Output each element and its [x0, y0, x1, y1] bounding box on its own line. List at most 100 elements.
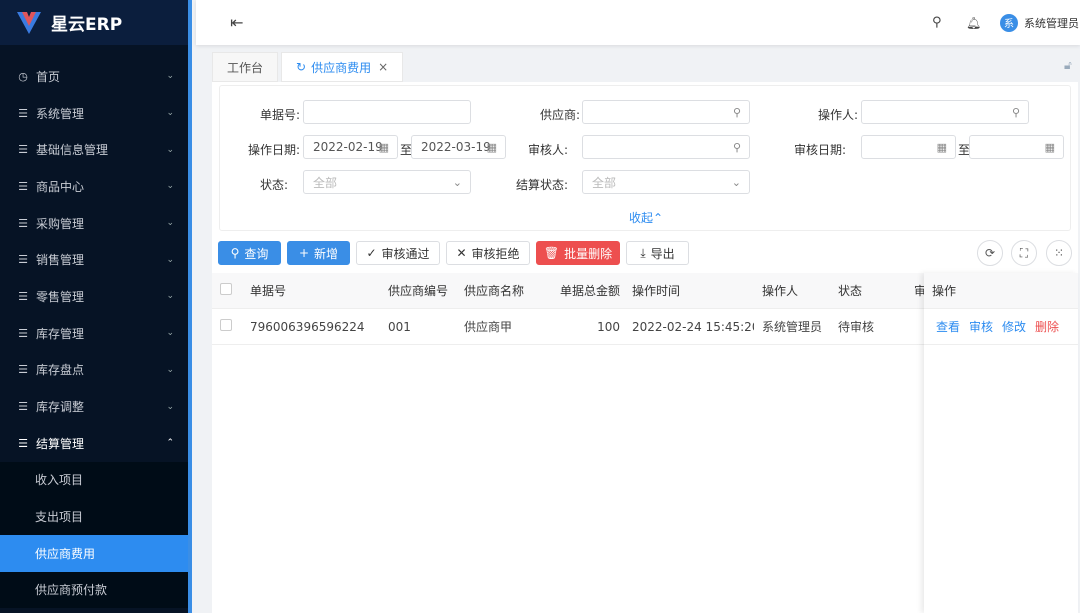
chevron-down-icon: ⌄	[731, 175, 741, 189]
select-all-checkbox[interactable]	[220, 283, 232, 295]
op-date-label: 操作日期:	[247, 143, 300, 157]
col-operator[interactable]: 操作人	[754, 282, 830, 299]
sidebar-item[interactable]: ◷ 首页 ⌄	[0, 58, 188, 95]
delete-link[interactable]: 删除	[1035, 318, 1059, 335]
batch-delete-button[interactable]: 🗑︎ 批量删除	[536, 241, 620, 265]
col-time[interactable]: 操作时间	[624, 282, 754, 299]
menu-fold-icon[interactable]: ⇤	[230, 13, 243, 32]
sidebar-item[interactable]: ☰ 库存盘点 ⌄	[0, 352, 188, 389]
plus-icon: +	[298, 246, 310, 260]
download-icon: ⤓	[640, 245, 646, 260]
lock-icon[interactable]: 🔓︎	[1064, 58, 1072, 73]
search-icon[interactable]: ⚲	[932, 15, 942, 30]
refresh-icon[interactable]: ⟳	[977, 240, 1003, 266]
status-select[interactable]: 全部 ⌄	[303, 170, 471, 194]
close-icon[interactable]: ×	[378, 60, 388, 74]
logo: 星云ERP	[0, 0, 188, 45]
cell-operator: 系统管理员	[762, 320, 823, 334]
sidebar-item-label: 库存盘点	[36, 363, 85, 378]
date-value: 2022-03-19	[421, 140, 491, 154]
sidebar-subitem[interactable]: 供应商费用	[0, 534, 188, 572]
app-title: 星云ERP	[51, 15, 123, 35]
view-link[interactable]: 查看	[936, 318, 960, 335]
sidebar-item-label: 库存调整	[36, 400, 85, 415]
cell-time: 2022-02-24 15:45:20	[632, 319, 754, 334]
refresh-icon[interactable]: ↻	[296, 60, 306, 74]
select-value: 全部	[592, 175, 617, 190]
chevron-down-icon: ⌄	[166, 144, 174, 155]
search-icon[interactable]: ⚲	[733, 141, 741, 154]
tab-workbench[interactable]: 工作台	[212, 52, 279, 82]
sidebar-item[interactable]: ☰ 销售管理 ⌄	[0, 241, 188, 278]
cell-supplier-code: 001	[388, 319, 411, 334]
sidebar-item[interactable]: ☰ 系统管理 ⌄	[0, 95, 188, 132]
header: ⇤ ⚲ 🔔︎ 系 系统管理员	[196, 0, 1080, 45]
sidebar-item[interactable]: ☰ 库存管理 ⌄	[0, 315, 188, 352]
sidebar-subitem[interactable]: 供应商预付款	[0, 571, 188, 609]
col-supplier-code[interactable]: 供应商编号	[380, 282, 456, 299]
search-icon: ⚲	[230, 246, 240, 260]
column-settings-icon[interactable]: ⁙	[1046, 240, 1072, 266]
chevron-down-icon: ⌄	[166, 181, 174, 192]
search-icon[interactable]: ⚲	[733, 106, 741, 119]
row-checkbox[interactable]	[220, 319, 232, 331]
sidebar-item-label: 零售管理	[36, 289, 85, 304]
button-label: 新增	[314, 246, 339, 261]
chevron-down-icon: ⌄	[166, 364, 174, 375]
export-button[interactable]: ⤓ 导出	[626, 241, 689, 265]
query-button[interactable]: ⚲ 查询	[218, 241, 281, 265]
bill-no-input[interactable]	[303, 100, 471, 124]
sidebar-item-label: 商品中心	[36, 179, 85, 194]
menu-icon: ☰	[18, 179, 28, 193]
bell-icon[interactable]: 🔔︎	[966, 16, 981, 30]
sidebar-item[interactable]: ☰ 结算管理 ⌃	[0, 425, 188, 462]
op-date-from[interactable]: 2022-02-19 ▦	[303, 135, 398, 159]
operator-input[interactable]: ⚲	[861, 100, 1029, 124]
auditor-input[interactable]: ⚲	[582, 135, 750, 159]
sidebar-item[interactable]: ☰ 库存调整 ⌄	[0, 388, 188, 425]
chevron-down-icon: ⌄	[166, 254, 174, 265]
audit-date-to[interactable]: ▦	[969, 135, 1064, 159]
sidebar-item[interactable]: ☰ 基础信息管理 ⌄	[0, 131, 188, 168]
button-label: 查询	[244, 246, 269, 261]
fullscreen-icon[interactable]: ⛶	[1011, 240, 1037, 266]
search-icon[interactable]: ⚲	[1012, 106, 1020, 119]
col-bill-no[interactable]: 单据号	[242, 282, 380, 299]
sidebar-item[interactable]: ☰ 商品中心 ⌄	[0, 168, 188, 205]
actions-column: 操作 查看 审核 修改 删除	[924, 273, 1078, 613]
calendar-icon: ▦	[1044, 140, 1055, 154]
sidebar-item[interactable]: ☰ 零售管理 ⌄	[0, 278, 188, 315]
col-status[interactable]: 状态	[830, 282, 906, 299]
avatar[interactable]: 系	[1000, 13, 1018, 32]
col-supplier-name[interactable]: 供应商名称	[456, 282, 548, 299]
menu-icon: ☰	[18, 289, 28, 303]
sidebar-item[interactable]: ☰ 采购管理 ⌄	[0, 205, 188, 242]
col-auditor[interactable]: 审	[906, 282, 926, 299]
audit-link[interactable]: 审核	[969, 318, 993, 335]
audit-date-from[interactable]: ▦	[861, 135, 956, 159]
collapse-label: 收起	[629, 211, 654, 225]
auditor-label: 审核人:	[527, 143, 568, 157]
reject-button[interactable]: ✕ 审核拒绝	[446, 241, 530, 265]
settle-status-select[interactable]: 全部 ⌄	[582, 170, 750, 194]
sidebar-item-label: 系统管理	[36, 106, 85, 121]
supplier-label: 供应商:	[539, 108, 580, 122]
sidebar-subitem[interactable]: 收入项目	[0, 461, 188, 499]
edit-link[interactable]: 修改	[1002, 318, 1026, 335]
sidebar-subitem[interactable]: 支出项目	[0, 498, 188, 535]
menu-icon: ☰	[18, 253, 28, 267]
menu-icon: ☰	[18, 363, 28, 377]
supplier-input[interactable]: ⚲	[582, 100, 750, 124]
tab-supplier-fee[interactable]: ↻ 供应商费用 ×	[281, 52, 404, 82]
chevron-down-icon: ⌄	[166, 291, 174, 302]
sidebar: 星云ERP ◷ 首页 ⌄ ☰ 系统管理 ⌄ ☰ 基础信息管理 ⌄ ☰ 商品中心 ⌄ ☰ 采购管理 ⌄ ☰ 销售管…	[0, 0, 192, 613]
collapse-link[interactable]: 收起⌃	[629, 209, 663, 226]
button-label: 批量删除	[564, 246, 613, 261]
menu-icon: ☰	[18, 216, 28, 230]
col-amount[interactable]: 单据总金额	[548, 282, 624, 299]
add-button[interactable]: + 新增	[287, 241, 350, 265]
cell-supplier-name: 供应商甲	[464, 320, 513, 334]
approve-button[interactable]: ✓ 审核通过	[356, 241, 440, 265]
user-name[interactable]: 系统管理员	[1024, 15, 1079, 31]
col-actions: 操作	[932, 284, 957, 298]
